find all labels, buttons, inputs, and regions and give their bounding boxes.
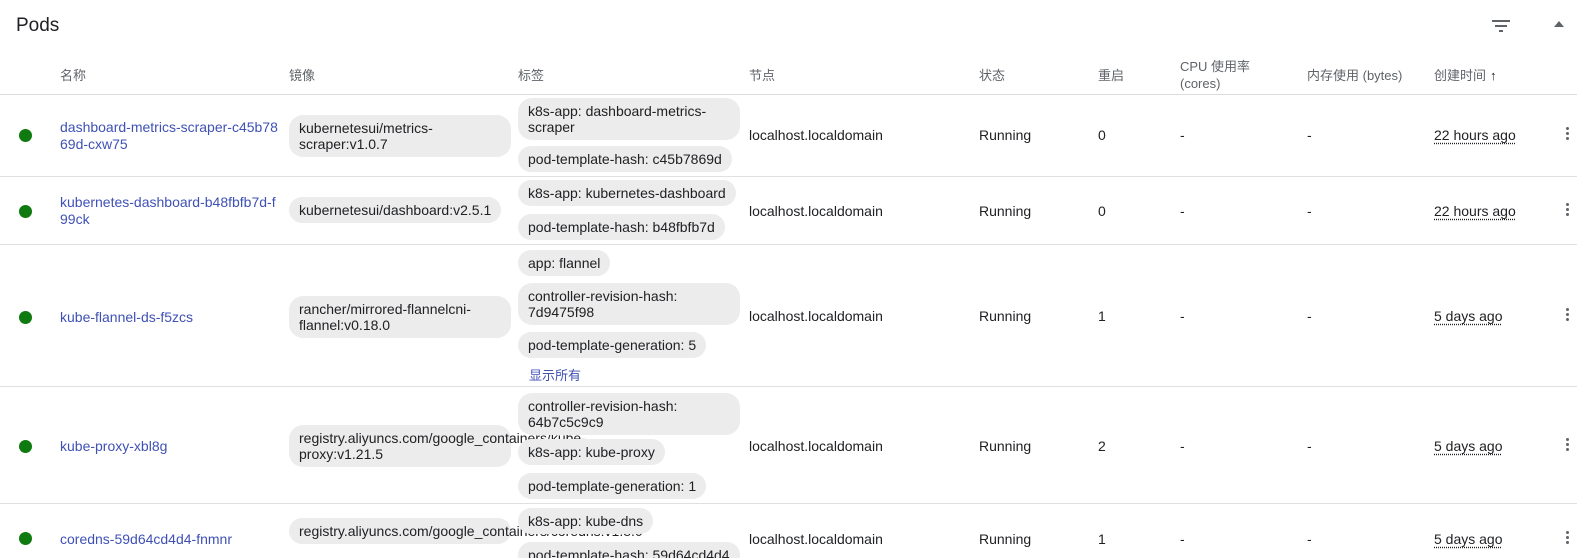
- column-header-created-label: 创建时间: [1434, 68, 1487, 83]
- created-age[interactable]: 22 hours ago: [1434, 203, 1516, 219]
- column-header-image[interactable]: 镜像: [289, 67, 315, 84]
- label-chip: pod-template-hash: c45b7869d: [518, 146, 732, 172]
- pod-name-link[interactable]: kube-proxy-xbl8g: [60, 438, 280, 455]
- status-cell: Running: [979, 531, 1032, 547]
- table-row: kube-proxy-xbl8g registry.aliyuncs.com/g…: [0, 387, 1577, 504]
- label-chip: app: flannel: [518, 250, 611, 276]
- label-chip: controller-revision-hash: 64b7c5c9c9: [518, 393, 740, 435]
- column-header-created[interactable]: 创建时间 ↑: [1434, 67, 1497, 84]
- status-cell: Running: [979, 203, 1032, 219]
- pod-name-link[interactable]: kubernetes-dashboard-b48fbfb7d-f99ck: [60, 194, 280, 228]
- cpu-cell: -: [1180, 438, 1185, 454]
- node-cell: localhost.localdomain: [749, 308, 883, 324]
- status-running-icon: [19, 205, 32, 218]
- table-row: dashboard-metrics-scraper-c45b7869d-cxw7…: [0, 95, 1577, 177]
- node-cell: localhost.localdomain: [749, 203, 883, 219]
- status-running-icon: [19, 311, 32, 324]
- column-header-node[interactable]: 节点: [749, 67, 775, 84]
- pod-name-link[interactable]: coredns-59d64cd4d4-fnmnr: [60, 531, 280, 548]
- label-chip: k8s-app: dashboard-metrics-scraper: [518, 98, 740, 140]
- label-chip: pod-template-generation: 5: [518, 332, 707, 358]
- status-cell: Running: [979, 438, 1032, 454]
- status-running-icon: [19, 440, 32, 453]
- column-header-labels[interactable]: 标签: [518, 67, 544, 84]
- image-chip: registry.aliyuncs.com/google_containers/…: [289, 518, 643, 544]
- memory-cell: -: [1307, 127, 1312, 143]
- restarts-cell: 2: [1098, 438, 1106, 454]
- cpu-cell: -: [1180, 127, 1185, 143]
- restarts-cell: 0: [1098, 203, 1106, 219]
- table-row: kube-flannel-ds-f5zcs rancher/mirrored-f…: [0, 245, 1577, 387]
- cpu-cell: -: [1180, 203, 1185, 219]
- pod-name-link[interactable]: dashboard-metrics-scraper-c45b7869d-cxw7…: [60, 119, 280, 153]
- filter-icon[interactable]: [1489, 14, 1513, 38]
- label-chip: pod-template-generation: 1: [518, 473, 707, 499]
- more-vert-icon[interactable]: [1566, 203, 1570, 218]
- label-chip: k8s-app: kube-dns: [518, 508, 654, 534]
- table-row: kubernetes-dashboard-b48fbfb7d-f99ck kub…: [0, 177, 1577, 245]
- image-chip: rancher/mirrored-flannelcni-flannel:v0.1…: [289, 296, 511, 338]
- more-vert-icon[interactable]: [1566, 531, 1570, 546]
- restarts-cell: 1: [1098, 531, 1106, 547]
- table-row: coredns-59d64cd4d4-fnmnr registry.aliyun…: [0, 504, 1577, 558]
- node-cell: localhost.localdomain: [749, 531, 883, 547]
- image-chip: kubernetesui/metrics-scraper:v1.0.7: [289, 115, 511, 157]
- image-chip: registry.aliyuncs.com/google_containers/…: [289, 425, 586, 467]
- memory-cell: -: [1307, 308, 1312, 324]
- table-header: 名称 镜像 标签 节点 状态 重启 CPU 使用率 (cores) 内存使用 (…: [0, 52, 1577, 95]
- column-header-restarts[interactable]: 重启: [1098, 67, 1124, 84]
- column-header-name[interactable]: 名称: [60, 67, 86, 84]
- sort-arrow-up-icon: ↑: [1490, 68, 1497, 83]
- more-vert-icon[interactable]: [1566, 438, 1570, 453]
- show-all-labels-link[interactable]: 显示所有: [529, 365, 581, 384]
- node-cell: localhost.localdomain: [749, 438, 883, 454]
- status-cell: Running: [979, 308, 1032, 324]
- more-vert-icon[interactable]: [1566, 127, 1570, 142]
- created-age[interactable]: 5 days ago: [1434, 308, 1503, 324]
- label-chip: k8s-app: kube-proxy: [518, 439, 665, 465]
- status-running-icon: [19, 129, 32, 142]
- label-chip: k8s-app: kubernetes-dashboard: [518, 180, 736, 206]
- label-chip: controller-revision-hash: 7d9475f98: [518, 283, 740, 325]
- restarts-cell: 0: [1098, 127, 1106, 143]
- image-chip: kubernetesui/dashboard:v2.5.1: [289, 197, 502, 223]
- label-chip: pod-template-hash: b48fbfb7d: [518, 214, 725, 240]
- column-header-status[interactable]: 状态: [979, 67, 1005, 84]
- memory-cell: -: [1307, 531, 1312, 547]
- page-title: Pods: [16, 15, 60, 36]
- card-header: Pods: [0, 0, 1577, 52]
- cpu-cell: -: [1180, 308, 1185, 324]
- pod-name-link[interactable]: kube-flannel-ds-f5zcs: [60, 309, 280, 326]
- chevron-up-icon[interactable]: [1553, 18, 1565, 30]
- status-cell: Running: [979, 127, 1032, 143]
- memory-cell: -: [1307, 203, 1312, 219]
- column-header-cpu[interactable]: CPU 使用率 (cores): [1180, 58, 1270, 92]
- cpu-cell: -: [1180, 531, 1185, 547]
- created-age[interactable]: 5 days ago: [1434, 438, 1503, 454]
- memory-cell: -: [1307, 438, 1312, 454]
- column-header-memory[interactable]: 内存使用 (bytes): [1307, 67, 1402, 84]
- node-cell: localhost.localdomain: [749, 127, 883, 143]
- status-running-icon: [19, 532, 32, 545]
- created-age[interactable]: 22 hours ago: [1434, 127, 1516, 143]
- more-vert-icon[interactable]: [1566, 308, 1570, 323]
- label-chip: pod-template-hash: 59d64cd4d4: [518, 542, 740, 558]
- created-age[interactable]: 5 days ago: [1434, 531, 1503, 547]
- restarts-cell: 1: [1098, 308, 1106, 324]
